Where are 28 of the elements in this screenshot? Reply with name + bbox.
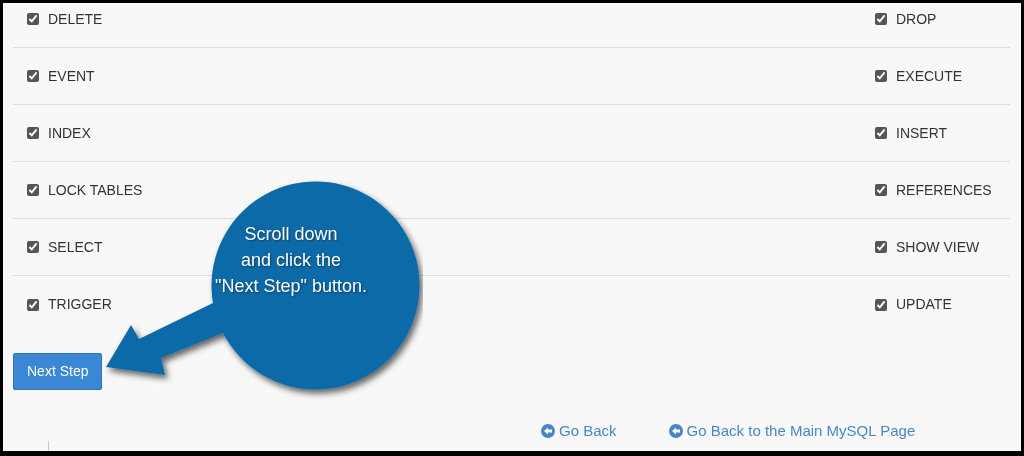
next-step-button[interactable]: Next Step [13, 353, 103, 390]
privilege-checkbox[interactable] [875, 127, 887, 139]
privilege-checkbox[interactable] [875, 298, 887, 311]
privilege-label: TRIGGER [48, 295, 112, 314]
privilege-label: SELECT [48, 237, 103, 257]
privilege-checkbox[interactable] [27, 184, 39, 196]
privilege-label: INDEX [48, 123, 91, 143]
back-link[interactable]: Go Back [541, 420, 617, 443]
privilege-label: EXECUTE [896, 66, 963, 86]
privilege-checkbox[interactable] [27, 298, 39, 311]
privilege-label: INSERT [896, 123, 948, 143]
privilege-label: REFERENCES [896, 180, 992, 200]
privilege-label: UPDATE [896, 295, 952, 314]
privilege-checkbox[interactable] [875, 241, 887, 253]
privilege-checkbox[interactable] [875, 184, 887, 196]
privilege-label: EVENT [48, 66, 95, 86]
privilege-label: DELETE [48, 9, 103, 29]
privilege-checkbox[interactable] [27, 13, 39, 25]
privilege-checkbox[interactable] [27, 127, 39, 139]
privilege-label: DROP [896, 9, 937, 29]
privilege-checkbox[interactable] [875, 70, 887, 82]
privilege-checkbox[interactable] [27, 241, 39, 253]
privilege-checkbox[interactable] [27, 70, 39, 82]
callout-text: Scroll down and click the "Next Step" button. [214, 223, 368, 298]
privilege-label: LOCK TABLES [48, 180, 143, 200]
back-link[interactable]: Go Back to the Main MySQL Page [668, 420, 916, 443]
privilege-label: SHOW VIEW [896, 237, 980, 257]
privilege-checkbox[interactable] [875, 13, 887, 25]
